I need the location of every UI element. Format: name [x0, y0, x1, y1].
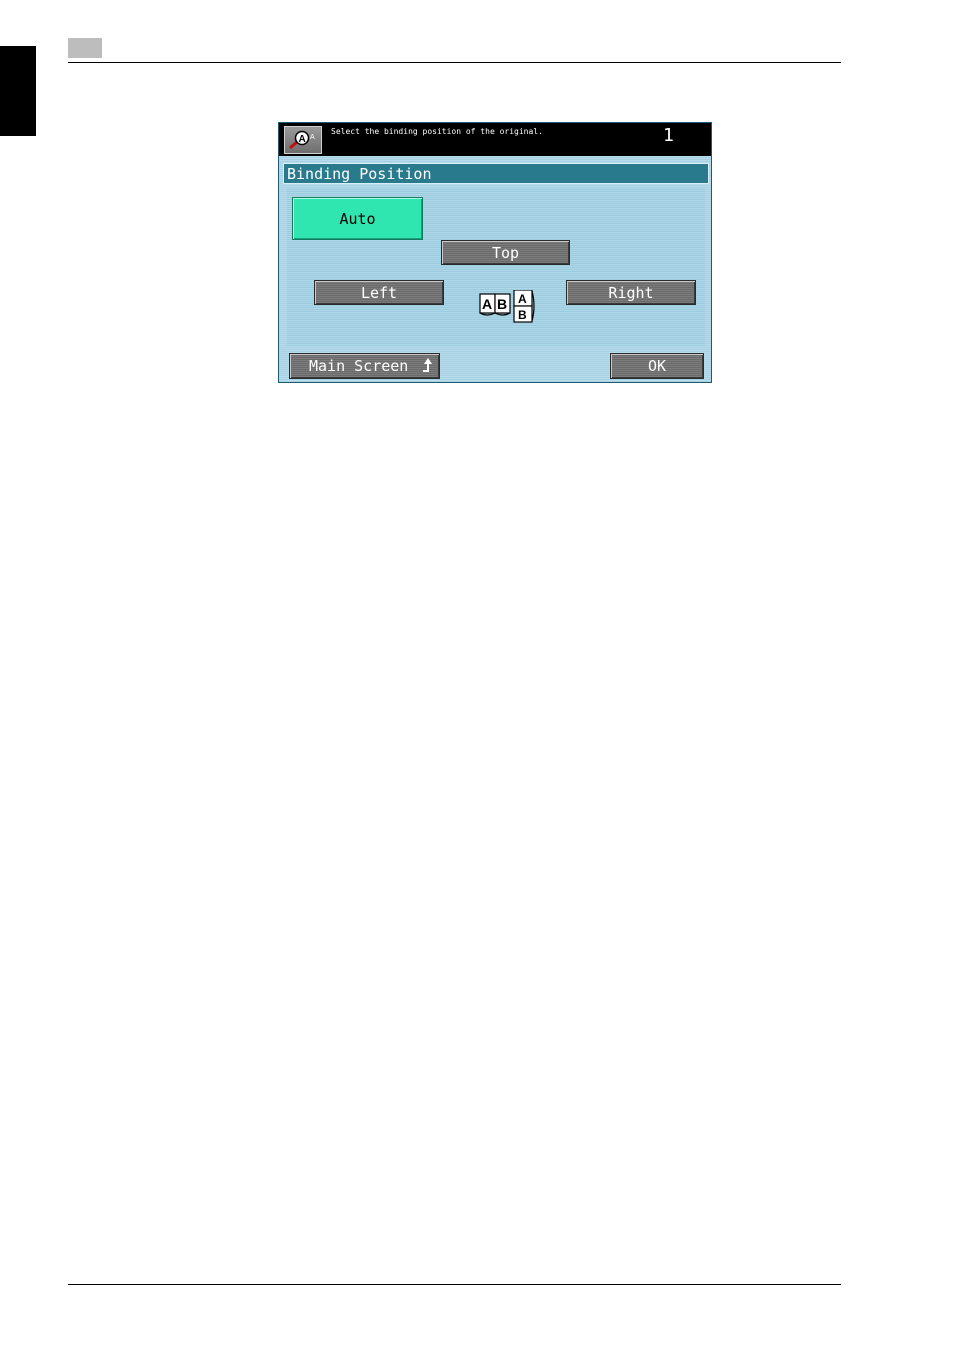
return-arrow-icon [423, 358, 432, 372]
svg-text:A: A [482, 296, 492, 312]
main-screen-button[interactable]: Main Screen [289, 353, 440, 379]
binding-position-screen: Binding Position Auto Top Left Right A B… [279, 156, 711, 382]
header-rule [68, 62, 841, 63]
left-button[interactable]: Left [314, 280, 444, 305]
footer-rule [68, 1284, 841, 1285]
svg-text:A: A [299, 134, 306, 145]
mode-icon[interactable]: A A [284, 126, 322, 154]
message-bar: A A Select the binding position of the o… [279, 123, 711, 156]
svg-text:A: A [518, 292, 527, 306]
main-screen-label: Main Screen [309, 357, 409, 375]
magnifier-icon: A A [289, 130, 315, 150]
right-button[interactable]: Right [566, 280, 696, 305]
svg-text:B: B [518, 308, 527, 322]
ok-button[interactable]: OK [610, 353, 704, 379]
control-panel-screen: A A Select the binding position of the o… [278, 122, 712, 383]
title-bar: Binding Position [283, 163, 709, 184]
svg-text:B: B [497, 296, 507, 312]
top-button[interactable]: Top [441, 240, 570, 265]
binding-book-icon: A B A B [479, 290, 535, 323]
chapter-tab [0, 46, 36, 136]
copy-count: 1 [663, 125, 674, 146]
instruction-message: Select the binding position of the origi… [331, 127, 543, 136]
page-number-box [68, 38, 102, 58]
auto-button[interactable]: Auto [292, 197, 423, 240]
screen-title: Binding Position [287, 165, 432, 183]
svg-text:A: A [310, 134, 315, 141]
